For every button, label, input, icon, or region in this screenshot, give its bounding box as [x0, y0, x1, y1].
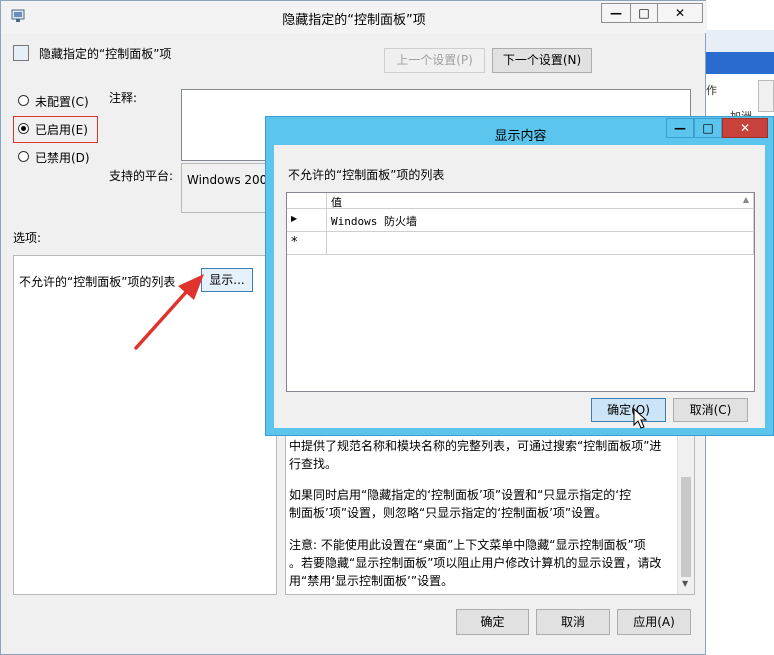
help-line: 用“禁用‘显示控制面板’”设置。: [289, 574, 454, 588]
radio-disabled[interactable]: [18, 151, 29, 162]
options-label: 选项:: [13, 231, 42, 245]
policy-setting-icon: [13, 45, 29, 61]
red-arrow-annotation: [134, 274, 204, 350]
radio-not-configured-label: 未配置(C): [35, 95, 89, 109]
comment-label: 注释:: [109, 91, 138, 105]
supported-platform-label: 支持的平台:: [109, 169, 174, 183]
background-toolbar: [706, 30, 774, 53]
help-line: 如果同时启用“隐藏指定的‘控制面板’项”设置和“只显示指定的‘控: [289, 488, 632, 502]
dialog-minimize-button[interactable]: —: [666, 118, 694, 138]
help-line: 注意: 不能使用此设置在“桌面”上下文菜单中隐藏“显示控制面板”项: [289, 538, 646, 552]
grid-cell[interactable]: Windows 防火墙: [327, 209, 754, 232]
help-line: 制面板’项”设置，则忽略“只显示指定的‘控制面板’项”设置。: [289, 506, 608, 520]
grid-cell[interactable]: [327, 232, 754, 255]
dialog-cancel-button[interactable]: 取消(C): [673, 398, 748, 422]
sort-arrow-icon: ▲: [742, 195, 749, 204]
dialog-body: 不允许的“控制面板”项的列表 值 ▲ ▶ Windows 防火墙 * 确定(O)…: [274, 145, 765, 428]
ok-button[interactable]: 确定: [456, 609, 529, 635]
column-header-label: 值: [331, 196, 342, 209]
grid-corner: [287, 193, 327, 209]
radio-enabled[interactable]: [18, 123, 29, 134]
title-bar: 隐藏指定的“控制面板”项 — □ ✕: [1, 1, 707, 33]
apply-button[interactable]: 应用(A): [617, 609, 691, 635]
maximize-button[interactable]: □: [630, 3, 658, 23]
dialog-maximize-button[interactable]: □: [694, 118, 722, 138]
new-row-icon: *: [291, 235, 298, 250]
cell-value: Windows 防火墙: [331, 215, 417, 228]
prev-setting-button[interactable]: 上一个设置(P): [384, 48, 485, 73]
minimize-button[interactable]: —: [601, 3, 631, 23]
show-contents-dialog: 显示内容 — □ ✕ 不允许的“控制面板”项的列表 值 ▲ ▶ Windows …: [265, 116, 774, 436]
background-scrollbar[interactable]: [758, 80, 774, 112]
background-selected-row: [706, 52, 774, 74]
value-grid[interactable]: 值 ▲ ▶ Windows 防火墙 *: [286, 192, 755, 392]
supported-platform-value: Windows 2000: [187, 173, 275, 187]
radio-disabled-label: 已禁用(D): [35, 151, 90, 165]
background-text-fragment: 作: [706, 84, 717, 97]
mouse-cursor-icon: [633, 408, 647, 429]
radio-enabled-label: 已启用(E): [35, 123, 88, 137]
help-line: 行查找。: [289, 457, 338, 471]
policy-name: 隐藏指定的“控制面板”项: [39, 47, 172, 61]
row-header[interactable]: ▶: [287, 209, 327, 232]
dialog-list-label: 不允许的“控制面板”项的列表: [288, 168, 445, 182]
close-button[interactable]: ✕: [657, 3, 703, 23]
dialog-ok-button[interactable]: 确定(O): [591, 398, 666, 422]
radio-not-configured[interactable]: [18, 95, 29, 106]
dialog-close-button[interactable]: ✕: [722, 118, 768, 138]
help-line: 中提供了规范名称和模块名称的完整列表，可通过搜索“控制面板项”进: [289, 439, 662, 453]
current-row-icon: ▶: [291, 214, 298, 223]
help-paragraph-3: 注意: 不能使用此设置在“桌面”上下文菜单中隐藏“显示控制面板”项 。若要隐藏“…: [289, 536, 685, 590]
next-setting-button[interactable]: 下一个设置(N): [492, 48, 592, 73]
help-line: 。若要隐藏“显示控制面板”项以阻止用户修改计算机的显示设置，请改: [289, 556, 662, 570]
row-header[interactable]: *: [287, 232, 327, 255]
cancel-button[interactable]: 取消: [536, 609, 610, 635]
help-paragraph-1: 中提供了规范名称和模块名称的完整列表，可通过搜索“控制面板项”进 行查找。: [289, 437, 685, 473]
grid-column-header[interactable]: 值 ▲: [327, 193, 754, 209]
help-paragraph-2: 如果同时启用“隐藏指定的‘控制面板’项”设置和“只显示指定的‘控 制面板’项”设…: [289, 486, 685, 522]
